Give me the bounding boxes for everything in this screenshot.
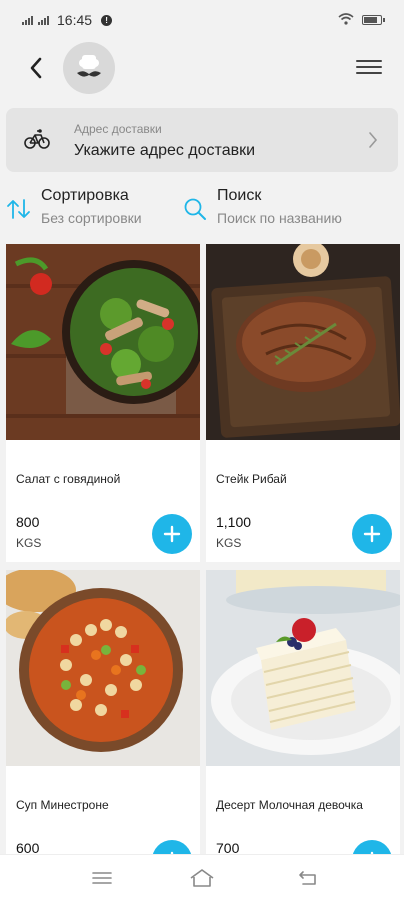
home-button[interactable] bbox=[188, 865, 216, 891]
plus-icon bbox=[363, 525, 381, 543]
minestrone-soup-photo bbox=[6, 570, 200, 766]
product-price: 800 bbox=[16, 514, 40, 530]
search-title: Поиск bbox=[217, 187, 262, 204]
status-bar: 16:45 ! bbox=[0, 0, 404, 40]
recent-apps-icon bbox=[92, 872, 112, 884]
back-button[interactable] bbox=[20, 52, 52, 84]
app-screen: 16:45 ! Адрес доставки Укажите адрес дос… bbox=[0, 0, 404, 900]
add-to-cart-button[interactable] bbox=[152, 514, 192, 554]
product-name: Десерт Молочная девочка bbox=[216, 798, 363, 812]
product-card[interactable]: Суп Минестроне 600 bbox=[6, 570, 200, 856]
product-card[interactable]: Салат с говядиной 800 KGS bbox=[6, 244, 200, 562]
header bbox=[0, 40, 404, 94]
back-nav-button[interactable] bbox=[294, 865, 322, 891]
chevron-left-icon bbox=[30, 57, 42, 79]
chef-mustache-icon bbox=[77, 55, 101, 77]
avatar[interactable] bbox=[63, 42, 115, 94]
tools-row: Сортировка Без сортировки Поиск Поиск по… bbox=[0, 186, 404, 232]
search-button[interactable]: Поиск Поиск по названию bbox=[182, 186, 382, 232]
product-name: Суп Минестроне bbox=[16, 798, 109, 812]
product-currency: KGS bbox=[16, 536, 42, 550]
beef-salad-photo bbox=[6, 244, 200, 440]
product-name: Стейк Рибай bbox=[216, 472, 287, 486]
back-icon bbox=[299, 871, 316, 885]
status-time: 16:45 bbox=[57, 12, 93, 28]
sort-button[interactable]: Сортировка Без сортировки bbox=[6, 186, 176, 232]
sort-subtitle: Без сортировки bbox=[41, 210, 142, 226]
search-subtitle: Поиск по названию bbox=[217, 210, 342, 226]
address-label: Адрес доставки bbox=[74, 122, 162, 136]
plus-icon bbox=[163, 525, 181, 543]
recent-apps-button[interactable] bbox=[88, 865, 116, 891]
product-price: 1,100 bbox=[216, 514, 252, 530]
address-value: Укажите адрес доставки bbox=[74, 142, 256, 159]
product-name: Салат с говядиной bbox=[16, 472, 121, 486]
signal-icon bbox=[22, 15, 33, 25]
search-icon bbox=[184, 198, 206, 220]
product-grid: Салат с говядиной 800 KGS Стейк Рибай 1,… bbox=[0, 244, 404, 856]
signal-icon bbox=[38, 15, 49, 25]
ribeye-steak-photo bbox=[206, 244, 400, 440]
sort-title: Сортировка bbox=[41, 187, 129, 204]
chevron-right-icon bbox=[369, 132, 378, 148]
delivery-address-card[interactable]: Адрес доставки Укажите адрес доставки bbox=[6, 108, 398, 172]
product-card[interactable]: Стейк Рибай 1,100 KGS bbox=[206, 244, 400, 562]
alert-icon: ! bbox=[101, 14, 113, 26]
hamburger-menu-icon bbox=[356, 60, 382, 62]
add-to-cart-button[interactable] bbox=[352, 514, 392, 554]
milk-girl-cake-photo bbox=[206, 570, 400, 766]
product-card[interactable]: Десерт Молочная девочка 700 bbox=[206, 570, 400, 856]
battery-icon bbox=[362, 15, 385, 25]
wifi-icon bbox=[338, 12, 354, 28]
hamburger-menu-button[interactable] bbox=[356, 54, 382, 80]
home-icon bbox=[190, 869, 214, 887]
system-navigation-bar bbox=[0, 854, 404, 900]
bicycle-icon bbox=[24, 129, 50, 149]
status-right bbox=[338, 12, 385, 28]
status-left: 16:45 ! bbox=[22, 12, 113, 28]
sort-arrows-icon bbox=[7, 199, 30, 219]
product-currency: KGS bbox=[216, 536, 242, 550]
